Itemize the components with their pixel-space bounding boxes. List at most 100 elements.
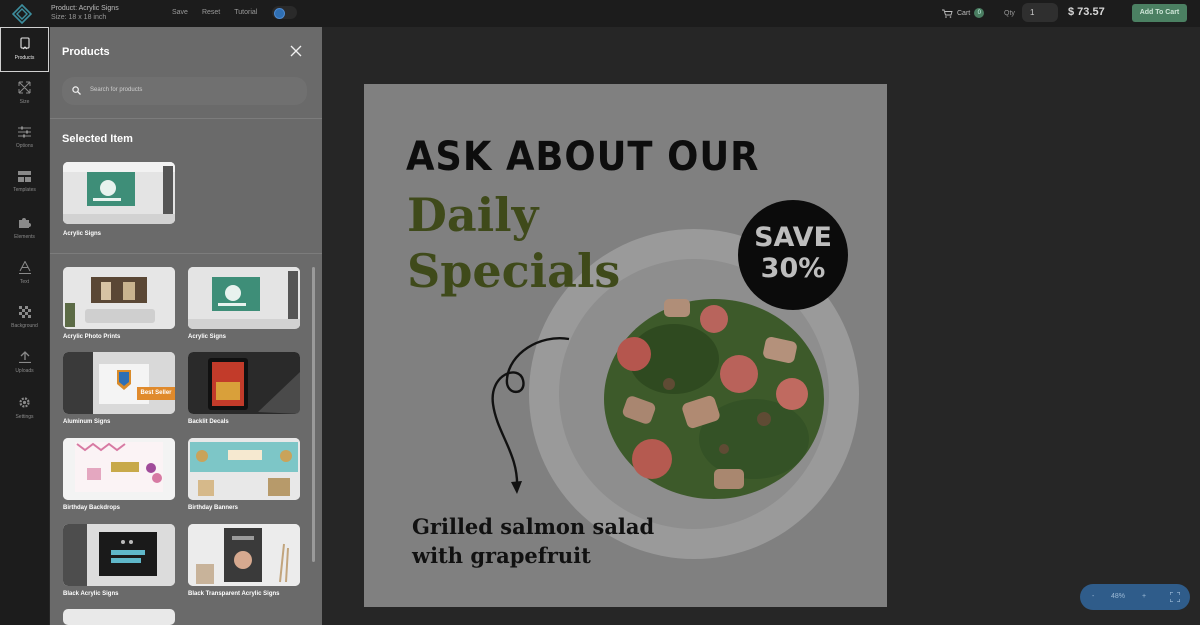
rail-label: Size — [19, 99, 30, 105]
close-icon[interactable] — [290, 45, 302, 57]
selected-item-label: Acrylic Signs — [63, 231, 102, 237]
upload-icon — [18, 351, 31, 363]
save-percent: 30% — [760, 253, 826, 284]
add-to-cart-button[interactable]: Add To Cart — [1132, 4, 1187, 22]
product-card-birthday-banners[interactable] — [188, 438, 300, 500]
black-transparent-acrylic-signs-image — [188, 524, 300, 586]
backlit-decals-image — [188, 352, 300, 414]
tool-rail: Products Size Options Templates Elements… — [0, 27, 49, 625]
headline-text[interactable]: ASK ABOUT OUR — [406, 134, 759, 180]
product-label: Acrylic Signs — [188, 334, 227, 340]
cart-button[interactable]: Cart 0 — [942, 8, 985, 18]
tutorial-button[interactable]: Tutorial — [234, 9, 257, 16]
product-label: Backlit Decals — [188, 419, 229, 425]
product-size: Size: 18 x 18 inch — [51, 14, 107, 21]
product-label: Aluminum Signs — [63, 419, 111, 425]
specials-text: Specials — [407, 244, 621, 298]
rail-label: Products — [14, 55, 35, 61]
product-card-black-transparent-acrylic-signs[interactable] — [188, 524, 300, 586]
black-acrylic-signs-image — [63, 524, 175, 586]
rail-item-background[interactable]: Background — [0, 297, 49, 342]
best-seller-badge: Best Seller — [137, 387, 175, 400]
rail-item-elements[interactable]: Elements — [0, 207, 49, 252]
zoom-control: - 48% + — [1080, 584, 1190, 610]
divider — [50, 118, 322, 119]
rail-label: Background — [11, 323, 38, 329]
background-icon — [18, 306, 31, 318]
qty-label: Qty — [1004, 10, 1015, 17]
curly-arrow-graphic — [491, 337, 570, 494]
theme-toggle[interactable] — [272, 6, 297, 19]
zoom-level: 48% — [1111, 593, 1126, 600]
aluminum-signs-image — [63, 352, 175, 414]
product-card-aluminum-signs[interactable]: Best Seller — [63, 352, 175, 414]
product-card-partial[interactable] — [63, 609, 175, 625]
rail-label: Elements — [14, 234, 35, 240]
zoom-out-button[interactable]: - — [1092, 593, 1094, 600]
top-bar: Product: Acrylic Signs Size: 18 x 18 inc… — [0, 0, 1200, 27]
panel-scrollbar[interactable] — [312, 267, 315, 562]
product-info: Product: Acrylic Signs Size: 18 x 18 inc… — [51, 4, 119, 22]
daily-specials-text[interactable]: Daily Specials — [407, 187, 620, 299]
product-card-backlit-decals[interactable] — [188, 352, 300, 414]
search-icon — [72, 86, 81, 95]
products-panel: Products Search for products Selected It… — [50, 27, 322, 625]
acrylic-signs-image — [188, 267, 300, 329]
rail-label: Text — [19, 279, 30, 285]
cart-count-badge: 0 — [974, 8, 985, 18]
logo-icon[interactable] — [12, 4, 32, 24]
resize-icon — [18, 81, 31, 94]
dish-line-2: with grapefruit — [412, 543, 591, 568]
product-label: Black Acrylic Signs — [63, 591, 119, 597]
save-button[interactable]: Save — [172, 9, 188, 16]
rail-item-text[interactable]: Text — [0, 252, 49, 297]
puzzle-icon — [19, 218, 31, 228]
zoom-in-button[interactable]: + — [1142, 593, 1146, 600]
divider — [50, 253, 322, 254]
product-label: Birthday Banners — [188, 505, 239, 511]
acrylic-sign-image — [63, 162, 175, 224]
rail-label: Settings — [15, 414, 34, 420]
rail-item-templates[interactable]: Templates — [0, 162, 49, 207]
options-icon — [18, 126, 31, 138]
rail-item-products[interactable]: Products — [0, 27, 49, 72]
birthday-backdrops-image — [63, 438, 175, 500]
product-card-birthday-backdrops[interactable] — [63, 438, 175, 500]
rail-item-options[interactable]: Options — [0, 117, 49, 162]
daily-text: Daily — [407, 188, 539, 242]
reset-button[interactable]: Reset — [202, 9, 220, 16]
rail-label: Templates — [13, 187, 36, 193]
fullscreen-icon[interactable] — [1170, 592, 1180, 602]
product-card-black-acrylic-signs[interactable] — [63, 524, 175, 586]
templates-icon — [18, 171, 31, 182]
rail-item-size[interactable]: Size — [0, 72, 49, 117]
search-input[interactable]: Search for products — [62, 77, 307, 105]
rail-label: Options — [15, 143, 34, 149]
qty-input[interactable] — [1022, 3, 1058, 22]
rail-label: Uploads — [15, 368, 34, 374]
dish-description[interactable]: Grilled salmon salad with grapefruit — [412, 512, 654, 570]
price: $ 73.57 — [1068, 6, 1105, 18]
selected-item-thumbnail[interactable] — [63, 162, 175, 224]
product-name: Product: Acrylic Signs — [51, 5, 119, 12]
product-card-acrylic-signs[interactable] — [188, 267, 300, 329]
product-label: Acrylic Photo Prints — [63, 334, 121, 340]
gear-icon — [19, 397, 30, 408]
rail-item-settings[interactable]: Settings — [0, 387, 49, 432]
panel-title: Products — [62, 46, 110, 58]
design-canvas[interactable]: ASK ABOUT OUR Daily Specials SAVE 30% Gr… — [364, 84, 887, 607]
product-label: Black Transparent Acrylic Signs — [188, 591, 280, 597]
dish-line-1: Grilled salmon salad — [412, 514, 655, 539]
products-icon — [19, 37, 30, 50]
cart-icon — [942, 9, 953, 18]
save-badge[interactable]: SAVE 30% — [738, 200, 848, 310]
text-icon — [18, 261, 31, 274]
rail-item-uploads[interactable]: Uploads — [0, 342, 49, 387]
save-text: SAVE — [754, 222, 832, 253]
birthday-banners-image — [188, 438, 300, 500]
cart-label: Cart — [957, 9, 971, 17]
product-card-acrylic-photo-prints[interactable] — [63, 267, 175, 329]
product-label: Birthday Backdrops — [63, 505, 121, 511]
search-placeholder: Search for products — [90, 87, 143, 93]
toggle-knob — [274, 8, 285, 19]
